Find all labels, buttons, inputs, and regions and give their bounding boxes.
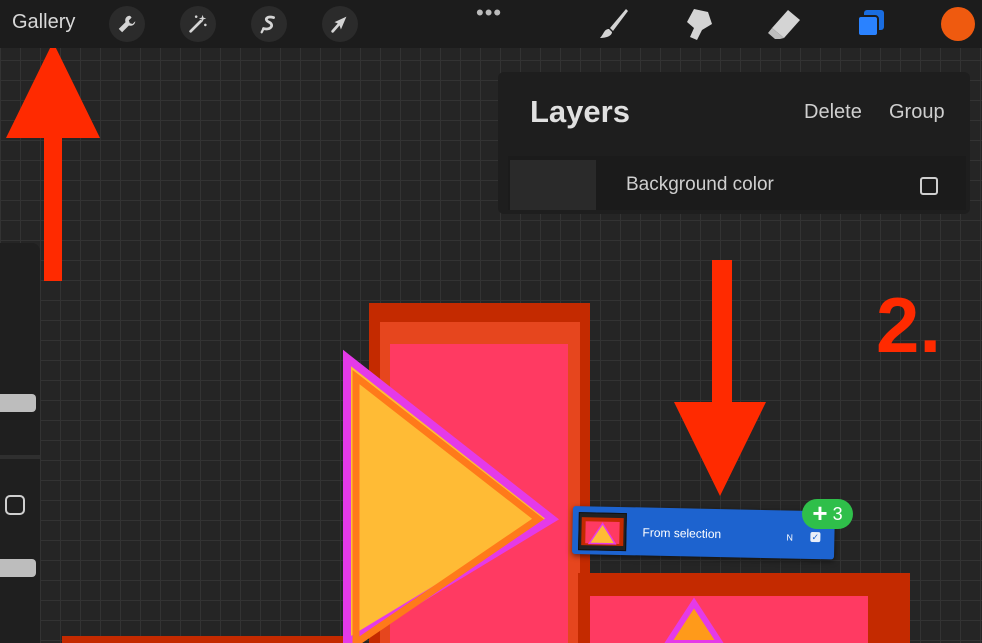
shape-lower-pink-block [590,596,868,643]
wrench-icon [118,15,136,33]
brush-tool-button[interactable] [594,5,632,43]
layers-panel: Layers Delete Group Background color [498,72,970,214]
sidebar-divider [0,455,40,459]
add-icon: + [812,497,828,528]
top-toolbar: Gallery ••• [0,0,982,48]
left-sidebar [0,243,40,643]
dragged-layer-item[interactable]: From selection N ✓ [571,506,835,560]
brush-icon [600,9,628,38]
modify-button[interactable] [5,495,25,515]
background-color-layer[interactable]: Background color [508,156,966,210]
transform-button[interactable] [322,6,358,42]
blend-mode-indicator[interactable]: N [786,532,793,542]
background-visibility-checkbox[interactable] [920,177,938,195]
gallery-button[interactable]: Gallery [12,11,75,34]
layers-icon [857,10,884,37]
background-color-thumbnail[interactable] [510,160,596,210]
layers-panel-title: Layers [530,94,630,129]
selection-button[interactable] [251,6,287,42]
dragged-layer-thumbnail [578,512,627,552]
transform-arrow-icon [331,16,347,33]
eraser-icon [768,10,800,39]
selection-count-badge: + 3 [802,499,853,529]
actions-button[interactable] [109,6,145,42]
layers-tool-button[interactable] [852,5,890,43]
dragged-layer-name: From selection [642,525,722,542]
layer-visibility-checkbox[interactable]: ✓ [810,531,821,543]
brush-opacity-slider[interactable] [0,559,36,577]
color-picker-button[interactable] [941,7,975,41]
eraser-tool-button[interactable] [765,5,803,43]
group-button[interactable]: Group [889,101,945,124]
selection-icon [260,15,275,34]
smudge-icon [687,9,712,40]
adjustments-button[interactable] [180,6,216,42]
annotation-arrow-down [674,260,766,496]
shape-bottom-strip [62,636,362,643]
step-number-annotation: 2. [876,281,942,369]
selection-count: 3 [832,503,843,524]
magic-wand-icon [189,14,207,33]
more-options-button[interactable]: ••• [476,0,502,26]
brush-size-slider[interactable] [0,394,36,412]
smudge-tool-button[interactable] [680,5,718,43]
background-color-label: Background color [626,174,774,195]
delete-button[interactable]: Delete [804,101,862,124]
